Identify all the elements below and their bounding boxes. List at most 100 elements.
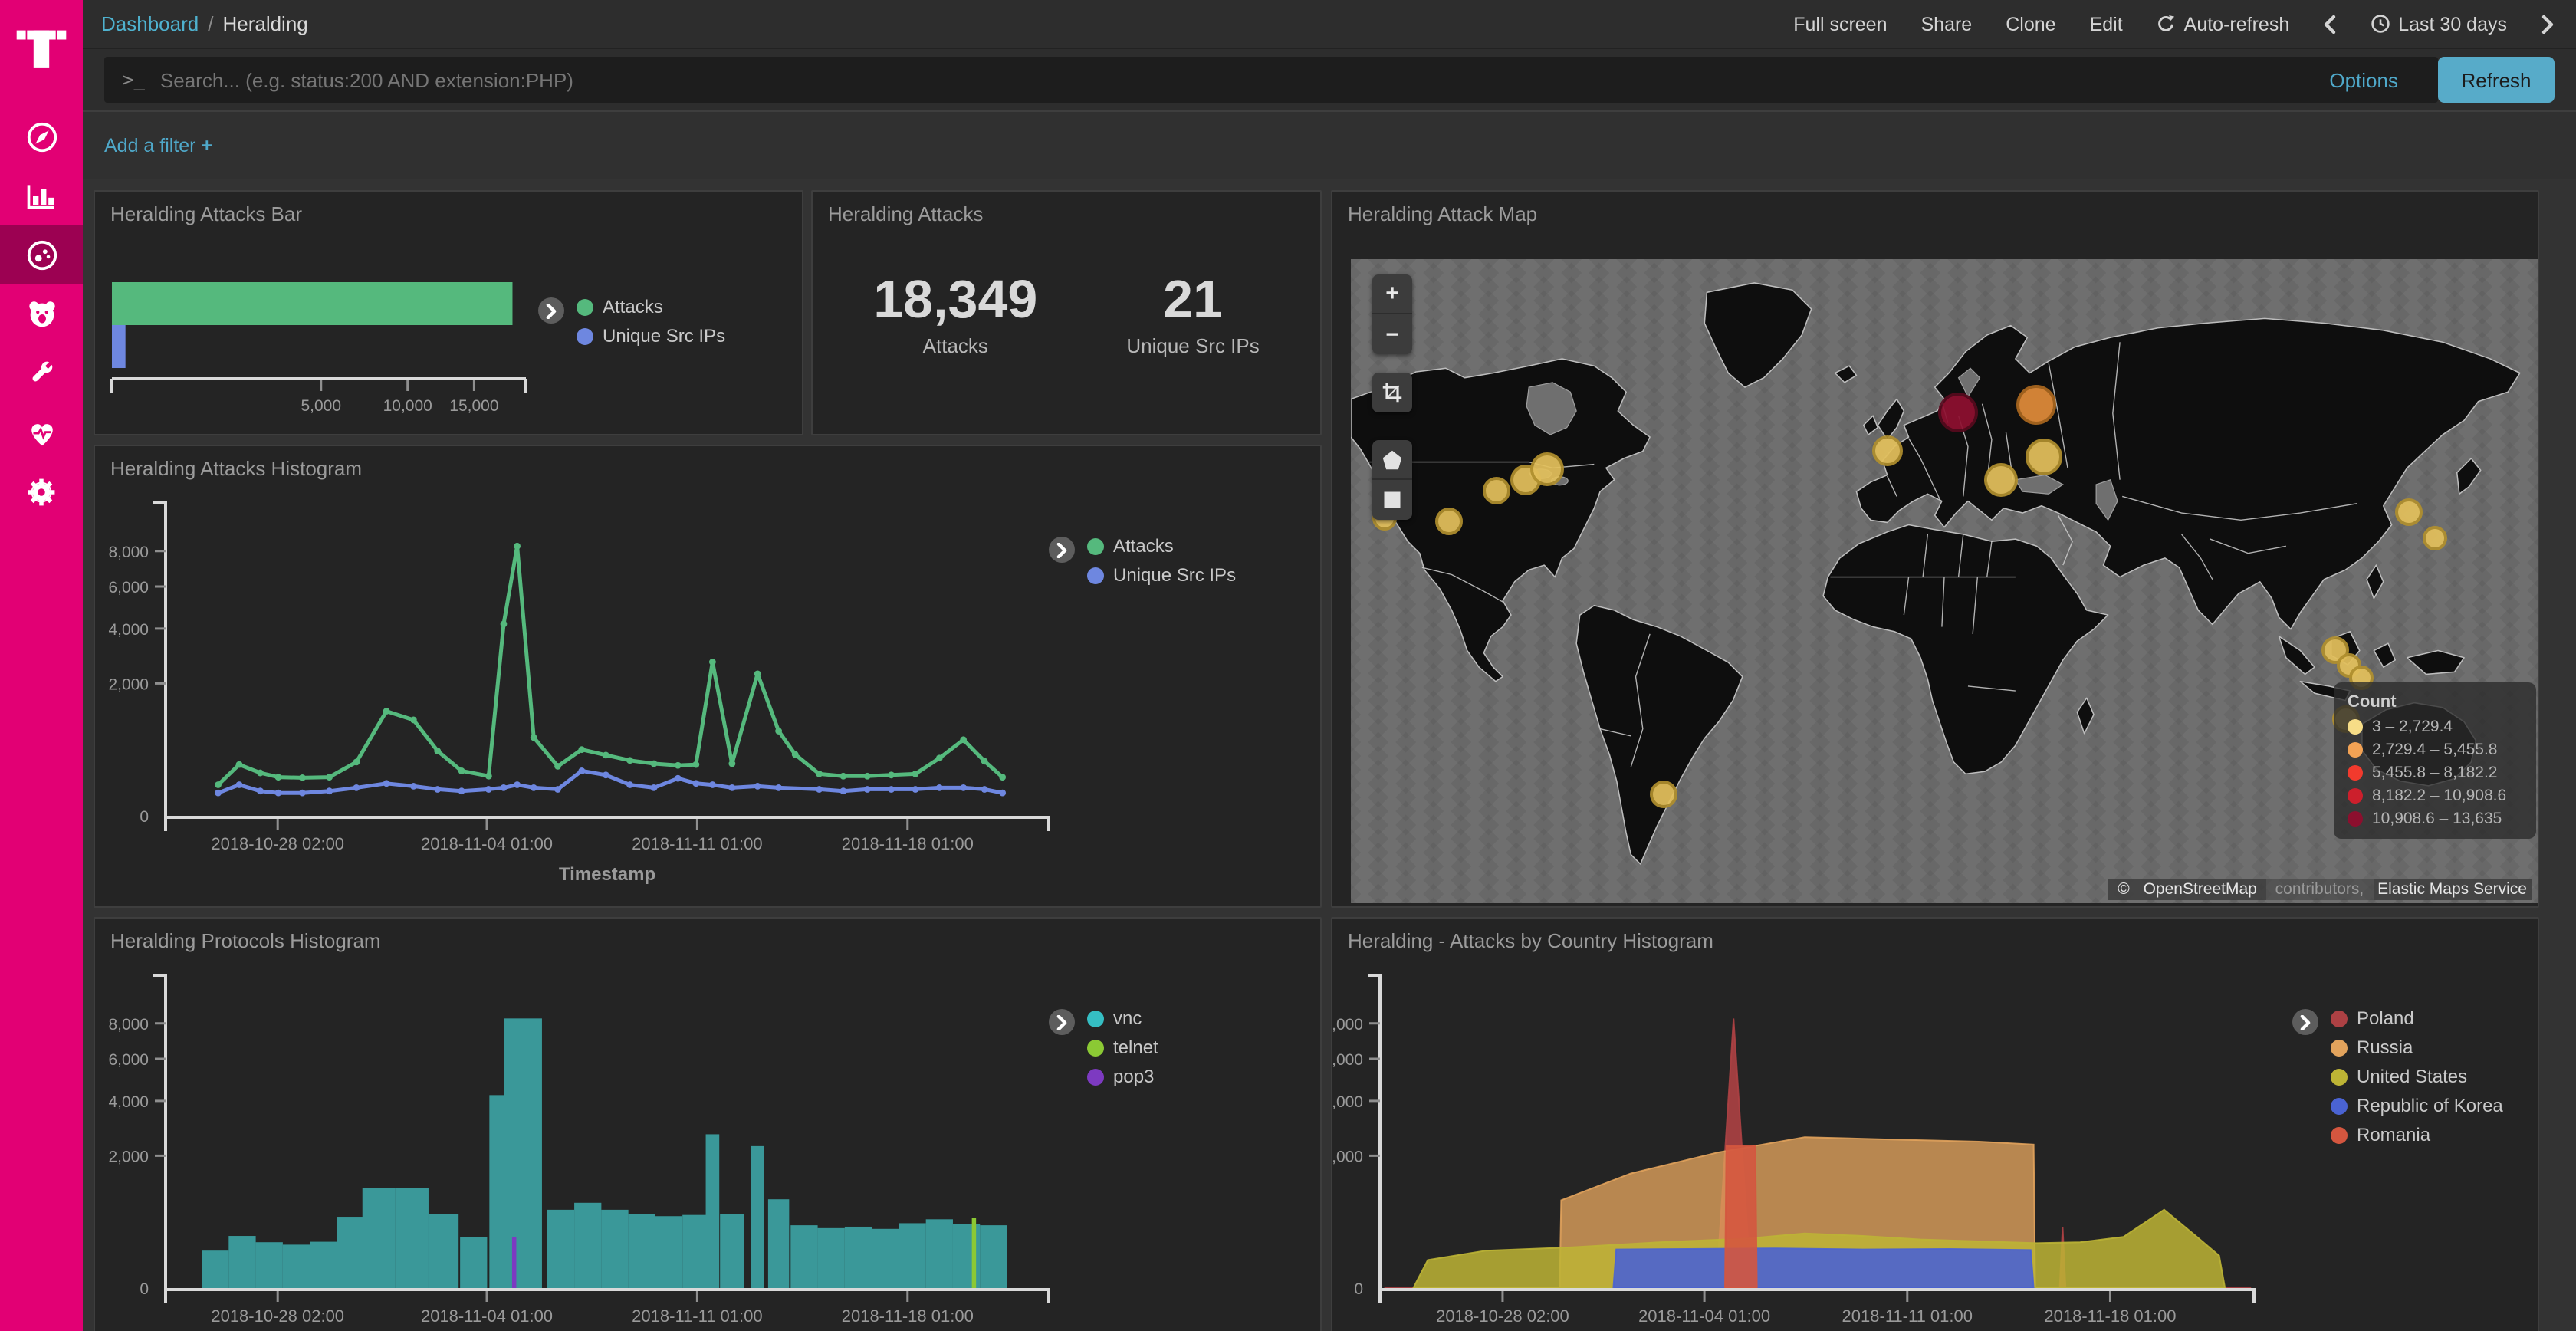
attack-map[interactable]: + − Count 3 – 2,729.42,729.4 – 5,455.85,… bbox=[1351, 259, 2538, 903]
legend-item[interactable]: telnet bbox=[1087, 1037, 1158, 1058]
panel-heralding-attack-map: Heralding Attack Map bbox=[1331, 190, 2539, 908]
legend-color-dot bbox=[1087, 567, 1104, 583]
bar-chart-icon bbox=[25, 179, 58, 212]
legend-collapse-button[interactable] bbox=[1049, 537, 1075, 563]
svg-text:2018-10-28 02:00: 2018-10-28 02:00 bbox=[211, 1306, 344, 1326]
map-marker-yellow[interactable] bbox=[2026, 438, 2062, 475]
telekom-logo[interactable] bbox=[15, 18, 67, 74]
time-back-button[interactable] bbox=[2323, 15, 2337, 33]
crop-tool-button[interactable] bbox=[1372, 373, 1412, 412]
sidebar-item-bear[interactable] bbox=[0, 285, 83, 343]
sidebar-item-monitoring[interactable] bbox=[0, 403, 83, 462]
legend-color-dot bbox=[1087, 1068, 1104, 1085]
share-button[interactable]: Share bbox=[1921, 13, 1973, 35]
svg-text:2,000: 2,000 bbox=[108, 1148, 149, 1165]
breadcrumb-dashboard-link[interactable]: Dashboard bbox=[101, 12, 199, 35]
map-marker-orange[interactable] bbox=[2017, 386, 2057, 426]
add-filter-link[interactable]: Add a filter + bbox=[104, 135, 212, 156]
legend-item[interactable]: Poland bbox=[2331, 1007, 2503, 1029]
rectangle-tool-button[interactable] bbox=[1372, 480, 1412, 520]
refresh-cycle-icon bbox=[2157, 14, 2177, 34]
heartbeat-icon bbox=[24, 415, 59, 450]
svg-text:4,000: 4,000 bbox=[108, 1093, 149, 1111]
panel-title: Heralding Attacks bbox=[828, 202, 983, 225]
legend-color-dot bbox=[577, 298, 593, 315]
svg-text:2,000: 2,000 bbox=[108, 675, 149, 693]
legend-item[interactable]: Attacks bbox=[577, 296, 725, 317]
clone-button[interactable]: Clone bbox=[2006, 13, 2055, 35]
legend-entries: Attacks Unique Src IPs bbox=[1087, 535, 1236, 586]
sidebar bbox=[0, 0, 83, 1331]
attacks-line-chart[interactable]: 2,0004,0006,0008,00002018-10-28 02:00201… bbox=[95, 446, 1320, 906]
legend-label: Poland bbox=[2357, 1007, 2414, 1029]
chart-legend: Attacks Unique Src IPs bbox=[1049, 535, 1236, 586]
legend-item[interactable]: Romania bbox=[2331, 1124, 2503, 1145]
square-icon bbox=[1382, 489, 1403, 511]
svg-text:2018-10-28 02:00: 2018-10-28 02:00 bbox=[211, 834, 344, 853]
legend-collapse-button[interactable] bbox=[2292, 1009, 2318, 1035]
sidebar-item-discover[interactable] bbox=[0, 107, 83, 166]
legend-item[interactable]: Unique Src IPs bbox=[577, 325, 725, 347]
legend-label: United States bbox=[2357, 1066, 2467, 1087]
svg-text:8,000: 8,000 bbox=[108, 1016, 149, 1034]
legend-color-dot bbox=[2348, 788, 2363, 804]
refresh-button[interactable]: Refresh bbox=[2438, 57, 2555, 103]
protocols-bar-chart[interactable]: 2,0004,0006,0008,00002018-10-28 02:00201… bbox=[95, 919, 1320, 1329]
svg-text:5,000: 5,000 bbox=[301, 397, 341, 415]
legend-color-dot bbox=[1087, 1010, 1104, 1027]
time-forward-button[interactable] bbox=[2541, 15, 2555, 33]
legend-collapse-button[interactable] bbox=[538, 297, 564, 324]
legend-range-label: 3 – 2,729.4 bbox=[2372, 718, 2453, 736]
zoom-out-button[interactable]: − bbox=[1372, 314, 1412, 354]
kibana-dashboard: Dashboard / Heralding Full screen Share … bbox=[0, 0, 2576, 1331]
map-marker-yellow[interactable] bbox=[1872, 435, 1903, 466]
breadcrumb-separator: / bbox=[208, 12, 213, 35]
svg-text:10,000: 10,000 bbox=[383, 397, 432, 415]
time-picker-button[interactable]: Last 30 days bbox=[2371, 13, 2507, 35]
sidebar-item-dev-tools[interactable] bbox=[0, 344, 83, 403]
gear-icon bbox=[25, 475, 58, 508]
search-input[interactable] bbox=[160, 68, 2308, 91]
legend-item[interactable]: Unique Src IPs bbox=[1087, 564, 1236, 586]
legend-item[interactable]: Attacks bbox=[1087, 535, 1236, 557]
osm-link[interactable]: © OpenStreetMap bbox=[2108, 879, 2266, 900]
map-marker-yellow[interactable] bbox=[2423, 527, 2448, 551]
sidebar-item-visualize[interactable] bbox=[0, 166, 83, 225]
svg-text:8,000: 8,000 bbox=[108, 544, 149, 561]
chart-legend: vnc telnet pop3 bbox=[1049, 1007, 1158, 1087]
map-marker-yellow[interactable] bbox=[1435, 507, 1463, 534]
crop-icon bbox=[1382, 382, 1403, 403]
metric-attacks: 18,349 Attacks bbox=[873, 271, 1037, 357]
compass-icon bbox=[24, 119, 59, 154]
auto-refresh-button[interactable]: Auto-refresh bbox=[2157, 13, 2290, 35]
map-marker-yellow[interactable] bbox=[1984, 464, 2018, 498]
map-marker-darkred[interactable] bbox=[1939, 392, 1979, 432]
legend-item[interactable]: United States bbox=[2331, 1066, 2503, 1087]
map-marker-yellow[interactable] bbox=[1651, 781, 1678, 809]
legend-label: telnet bbox=[1113, 1037, 1158, 1058]
map-marker-yellow[interactable] bbox=[1483, 477, 1510, 504]
wrench-icon bbox=[25, 357, 58, 390]
panel-heralding-attacks-histogram: Heralding Attacks Histogram 2,0004,0006,… bbox=[94, 445, 1322, 908]
zoom-in-button[interactable]: + bbox=[1372, 274, 1412, 314]
map-marker-yellow[interactable] bbox=[1530, 453, 1563, 487]
svg-text:2018-11-11 01:00: 2018-11-11 01:00 bbox=[1842, 1306, 1973, 1326]
full-screen-button[interactable]: Full screen bbox=[1793, 13, 1887, 35]
ems-link[interactable]: Elastic Maps Service bbox=[2373, 879, 2532, 900]
sidebar-item-management[interactable] bbox=[0, 462, 83, 521]
legend-item[interactable]: vnc bbox=[1087, 1007, 1158, 1029]
legend-item[interactable]: Republic of Korea bbox=[2331, 1095, 2503, 1116]
legend-color-dot bbox=[2331, 1097, 2348, 1114]
options-link[interactable]: Options bbox=[2329, 68, 2398, 91]
legend-collapse-button[interactable] bbox=[1049, 1009, 1075, 1035]
edit-button[interactable]: Edit bbox=[2090, 13, 2123, 35]
legend-range-label: 8,182.2 – 10,908.6 bbox=[2372, 787, 2506, 805]
legend-color-dot bbox=[2331, 1010, 2348, 1027]
svg-text:2018-11-18 01:00: 2018-11-18 01:00 bbox=[842, 834, 974, 853]
legend-item[interactable]: pop3 bbox=[1087, 1066, 1158, 1087]
map-marker-yellow[interactable] bbox=[2396, 498, 2423, 526]
search-box[interactable]: >_ Options bbox=[104, 57, 2438, 103]
polygon-tool-button[interactable] bbox=[1372, 440, 1412, 480]
sidebar-item-dashboard[interactable] bbox=[0, 225, 83, 284]
legend-item[interactable]: Russia bbox=[2331, 1037, 2503, 1058]
